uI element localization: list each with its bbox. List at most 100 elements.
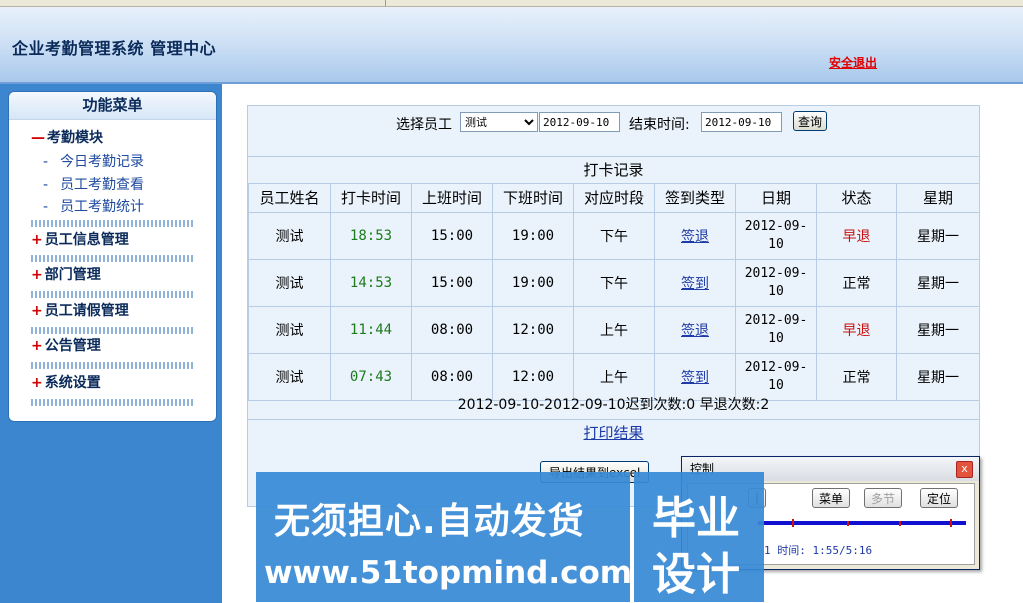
watermark-slogan: 无须担心.自动发货 (274, 501, 585, 542)
period-cell: 下午 (573, 212, 655, 260)
column-header: 上班时间 (411, 183, 493, 213)
records-summary: 2012-09-10-2012-09-10迟到次数:0 早退次数:2 (248, 392, 979, 420)
start-date-input[interactable] (539, 112, 620, 132)
sign-type-link[interactable]: 签退 (654, 306, 736, 354)
menu-divider (31, 220, 195, 227)
browser-top-strip (0, 0, 1023, 7)
menu-item-label: 员工考勤统计 (60, 199, 145, 215)
date-part: 2012-09- (744, 219, 808, 234)
date-part: 10 (768, 331, 784, 346)
column-header: 员工姓名 (248, 183, 331, 213)
expand-icon: + (31, 267, 43, 283)
end-time-cell: 19:00 (492, 212, 574, 260)
watermark-banner: 无须担心.自动发货 www.51topmind.com (256, 472, 632, 602)
menu-section-label: 员工信息管理 (44, 232, 129, 248)
filter-bar: 选择员工 测试 结束时间: 查询 (248, 106, 979, 157)
employee-name-cell: 测试 (248, 306, 331, 354)
logout-link[interactable]: 安全退出 (829, 54, 877, 71)
date-part: 2012-09- (744, 313, 808, 328)
track-marker (899, 521, 901, 526)
menu-divider (31, 327, 195, 334)
period-cell: 上午 (573, 306, 655, 354)
print-result-row: 打印结果 (248, 420, 979, 446)
start-time-cell: 08:00 (411, 306, 493, 354)
table-row: 测试 14:53 15:00 19:00 下午 签到 2012-09- 10 正常… (248, 259, 980, 307)
expand-icon: + (31, 303, 43, 319)
menu-section-attendance[interactable]: — 考勤模块 (31, 127, 103, 147)
track-marker (847, 521, 849, 526)
track-marker (950, 519, 952, 527)
employee-select[interactable]: 测试 (460, 112, 538, 132)
end-time-cell: 19:00 (492, 259, 574, 307)
menu-divider (31, 362, 195, 369)
menu-section-label: 部门管理 (44, 267, 101, 283)
menu-item-view-attendance[interactable]: - 员工考勤查看 (43, 174, 144, 194)
close-icon[interactable]: x (956, 461, 973, 478)
date-cell: 2012-09- 10 (735, 306, 817, 354)
expand-icon: + (31, 375, 43, 391)
watermark-logo: 毕业 设计 (634, 472, 764, 602)
weekday-cell: 星期一 (896, 259, 980, 307)
track-marker (792, 519, 794, 527)
table-row: 测试 18:53 15:00 19:00 下午 签退 2012-09- 10 早退… (248, 212, 980, 260)
menu-section-leave[interactable]: + 员工请假管理 (31, 300, 129, 320)
watermark-logo-bottom: 设计 (652, 549, 740, 600)
date-part: 2012-09- (744, 266, 808, 281)
employee-name-cell: 测试 (248, 212, 331, 260)
column-header: 打卡时间 (330, 183, 412, 213)
locate-button[interactable]: 定位 (920, 488, 959, 508)
end-date-input[interactable] (701, 112, 782, 132)
date-cell: 2012-09- 10 (735, 259, 817, 307)
column-header: 对应时段 (573, 183, 655, 213)
column-header: 星期 (896, 183, 980, 213)
app-title: 企业考勤管理系统 管理中心 (12, 39, 217, 58)
menu-section-settings[interactable]: + 系统设置 (31, 372, 101, 392)
attendance-panel: 选择员工 测试 结束时间: 查询 打卡记录 员工姓名 打卡时间 上班时间 下班时… (247, 105, 980, 507)
menu-item-attendance-stats[interactable]: - 员工考勤统计 (43, 196, 144, 216)
records-title: 打卡记录 (248, 157, 979, 184)
menu-section-employee-info[interactable]: + 员工信息管理 (31, 229, 129, 249)
sign-type-link[interactable]: 签退 (654, 212, 736, 260)
end-time-label: 结束时间: (629, 117, 690, 133)
start-time-cell: 15:00 (411, 212, 493, 260)
status-cell: 正常 (816, 259, 897, 307)
table-row: 测试 11:44 08:00 12:00 上午 签退 2012-09- 10 早退… (248, 306, 980, 354)
expand-icon: + (31, 338, 43, 354)
weekday-cell: 星期一 (896, 306, 980, 354)
menu-section-department[interactable]: + 部门管理 (31, 264, 101, 284)
playback-track[interactable] (758, 521, 966, 525)
app-header: 企业考勤管理系统 管理中心 安全退出 (0, 7, 1023, 84)
menu-item-today-attendance[interactable]: - 今日考勤记录 (43, 151, 144, 171)
punch-time-cell: 11:44 (330, 306, 412, 354)
menu-divider (31, 255, 195, 262)
column-header: 签到类型 (654, 183, 736, 213)
menu-section-label: 公告管理 (44, 338, 101, 354)
table-header-row: 员工姓名 打卡时间 上班时间 下班时间 对应时段 签到类型 日期 状态 星期 (248, 183, 980, 213)
date-cell: 2012-09- 10 (735, 212, 817, 260)
sign-type-link[interactable]: 签到 (654, 259, 736, 307)
tab-divider (385, 0, 416, 6)
records-table: 员工姓名 打卡时间 上班时间 下班时间 对应时段 签到类型 日期 状态 星期 测… (248, 183, 980, 401)
date-part: 10 (768, 284, 784, 299)
menu-divider (31, 291, 195, 298)
column-header: 日期 (735, 183, 817, 213)
watermark-logo-top: 毕业 (652, 493, 740, 544)
start-time-cell: 15:00 (411, 259, 493, 307)
expand-icon: + (31, 232, 43, 248)
menu-button[interactable]: 菜单 (812, 488, 851, 508)
status-cell: 早退 (816, 306, 897, 354)
menu-divider (31, 399, 195, 406)
chapter-button: 多节 (864, 488, 903, 508)
function-menu: 功能菜单 — 考勤模块 - 今日考勤记录 - 员工考勤查看 - 员工考勤统计 + 员工信息… (8, 91, 217, 422)
status-cell: 早退 (816, 212, 897, 260)
menu-section-label: 考勤模块 (47, 130, 103, 146)
employee-name-cell: 测试 (248, 259, 331, 307)
employee-label: 选择员工 (396, 117, 452, 133)
print-result-link[interactable]: 打印结果 (583, 424, 643, 442)
query-button[interactable]: 查询 (793, 111, 828, 131)
menu-section-label: 员工请假管理 (44, 303, 129, 319)
date-part: 10 (768, 378, 784, 393)
menu-section-label: 系统设置 (44, 375, 101, 391)
menu-item-label: 员工考勤查看 (60, 177, 145, 193)
menu-section-notice[interactable]: + 公告管理 (31, 335, 101, 355)
